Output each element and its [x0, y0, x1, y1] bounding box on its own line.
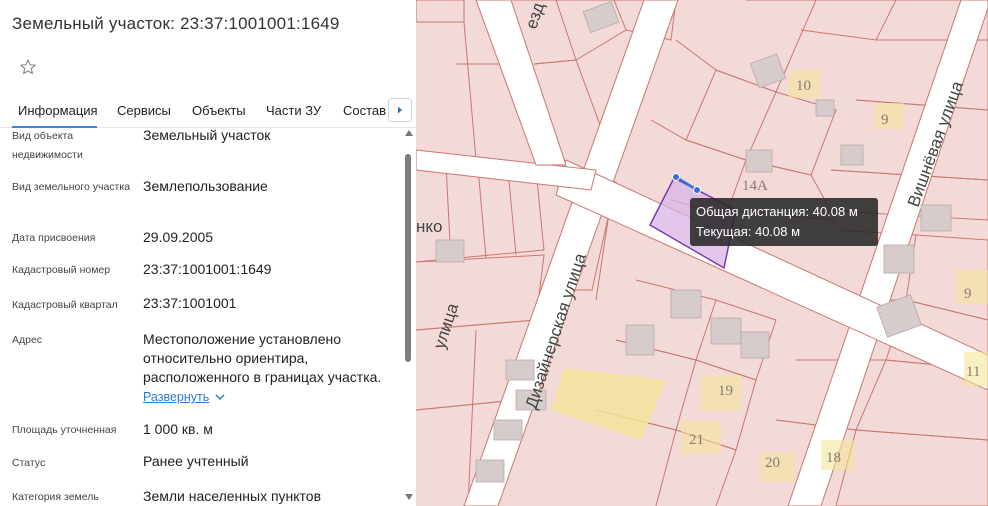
field-label-cadastral-quarter: Кадастровый квартал [12, 299, 118, 311]
tooltip-current-distance: Текущая: 40.08 м [696, 224, 801, 239]
building [920, 204, 952, 232]
building [840, 144, 864, 166]
building [883, 244, 915, 274]
building [745, 149, 773, 173]
cadastral-map[interactable]: 10 9 14А 9 11 19 21 20 18 Дизайнерская у… [416, 0, 988, 506]
tab-composition[interactable]: Состав [343, 103, 386, 118]
building [505, 359, 535, 381]
scroll-down-arrow-icon[interactable] [405, 494, 413, 500]
house-number: 20 [765, 455, 780, 471]
building [493, 419, 523, 441]
field-value-area: 1 000 кв. м [143, 421, 213, 437]
field-value-land-type: Землепользование [143, 178, 268, 194]
star-icon [20, 59, 36, 75]
field-label-land-type: Вид земельного участка [12, 181, 131, 193]
field-value-cadastral-number: 23:37:1001001:1649 [143, 261, 272, 277]
building [582, 1, 620, 33]
chevron-down-icon [215, 394, 225, 401]
expand-address-link[interactable]: Развернуть [143, 390, 225, 404]
field-label-assign-date: Дата присвоения [12, 232, 96, 244]
field-label-address: Адрес [12, 334, 43, 346]
tab-bar: Информация Сервисы Объекты Части ЗУ Сост… [0, 96, 416, 128]
building [670, 289, 702, 319]
expand-link-label: Развернуть [143, 390, 210, 404]
field-value-land-category: Земли населенных пунктов [143, 488, 322, 504]
scroll-up-arrow-icon[interactable] [405, 130, 413, 136]
tooltip-total-distance: Общая дистанция: 40.08 м [696, 204, 858, 219]
info-panel: Земельный участок: 23:37:1001001:1649 Ин… [0, 0, 416, 506]
building [815, 99, 835, 117]
field-label-area: Площадь уточненная [12, 424, 117, 436]
house-number: 11 [966, 364, 980, 380]
tabs-next-button[interactable] [388, 98, 412, 122]
building [475, 459, 505, 483]
panel-title: Земельный участок: 23:37:1001001:1649 [12, 14, 340, 33]
tab-services[interactable]: Сервисы [117, 103, 171, 118]
field-value-object-type: Земельный участок [143, 127, 271, 143]
field-value-assign-date: 29.09.2005 [143, 229, 214, 245]
tab-parts[interactable]: Части ЗУ [266, 103, 321, 118]
house-number: 10 [796, 78, 811, 94]
house-number: 9 [881, 112, 889, 128]
tab-info[interactable]: Информация [18, 103, 98, 118]
chevron-right-icon [398, 106, 402, 114]
building [710, 317, 742, 345]
field-value-status: Ранее учтенный [143, 453, 249, 469]
favorite-button[interactable] [12, 52, 44, 82]
house-number: 21 [689, 432, 704, 448]
house-number: 19 [718, 383, 733, 399]
street-label-partial: улица [430, 300, 463, 351]
field-label-land-category: Категория земель [12, 491, 99, 503]
building [740, 331, 770, 359]
house-number: 18 [826, 450, 841, 466]
field-label-status: Статус [12, 457, 46, 469]
road-left [416, 149, 597, 191]
street-label-proezd: езд [522, 0, 548, 31]
building [625, 324, 655, 356]
scroll-thumb[interactable] [405, 154, 411, 362]
measure-end-point[interactable] [693, 186, 701, 194]
map-view[interactable]: 10 9 14А 9 11 19 21 20 18 Дизайнерская у… [416, 0, 988, 506]
field-value-cadastral-quarter: 23:37:1001001 [143, 295, 237, 311]
distance-tooltip: Общая дистанция: 40.08 м Текущая: 40.08 … [690, 198, 878, 246]
house-number: 9 [964, 286, 972, 302]
field-label-cadastral-number: Кадастровый номер [12, 264, 111, 276]
building [435, 239, 465, 263]
street-label-partial-nko: нко [416, 217, 442, 236]
tab-objects[interactable]: Объекты [192, 103, 246, 118]
house-number: 14А [742, 178, 768, 194]
measure-start-point[interactable] [672, 173, 680, 181]
field-label-object-type: Вид объекта недвижимости [12, 130, 83, 161]
field-value-address: Местоположение установлено относительно … [143, 331, 382, 385]
